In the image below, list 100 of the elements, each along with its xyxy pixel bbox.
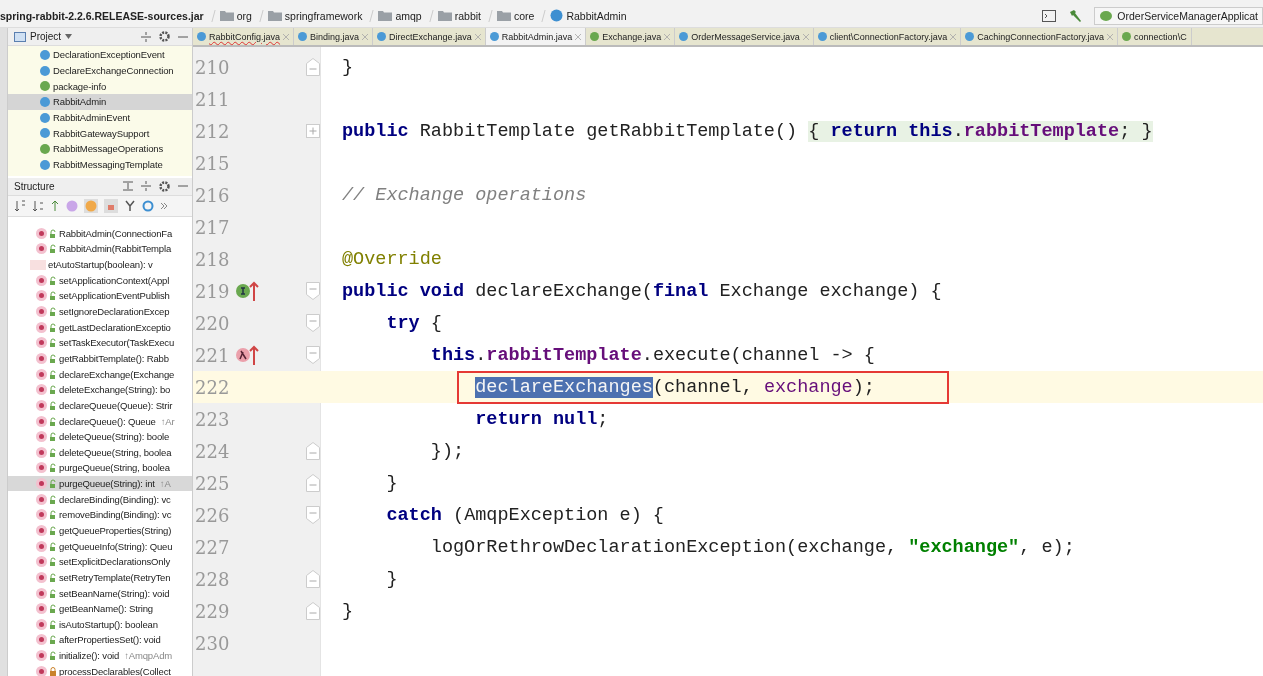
breadcrumb-item[interactable]: spring-rabbit-2.2.6.RELEASE-sources.jar xyxy=(0,9,204,22)
structure-item[interactable]: purgeQueue(String): int ↑A xyxy=(8,475,192,492)
editor-tab[interactable]: DirectExchange.java xyxy=(373,28,486,45)
editor-tab[interactable]: RabbitConfig.java xyxy=(193,28,295,45)
structure-item[interactable]: afterPropertiesSet(): void xyxy=(8,632,192,648)
structure-item[interactable]: deleteQueue(String, boolea xyxy=(8,444,192,461)
structure-item[interactable]: getQueueInfo(String): Queu xyxy=(8,538,192,554)
expand-marker-icon[interactable] xyxy=(306,124,320,138)
tree-item[interactable]: DeclareExchangeConnection xyxy=(8,62,192,79)
close-icon[interactable] xyxy=(1107,33,1114,40)
run-config-dropdown[interactable]: OrderServiceManagerApplicat xyxy=(1094,6,1263,25)
circle-icon[interactable] xyxy=(142,199,154,212)
tree-item[interactable]: RabbitAdminEvent xyxy=(8,109,192,126)
close-icon[interactable] xyxy=(362,33,369,40)
hammer-icon[interactable] xyxy=(1068,8,1083,23)
tree-item[interactable]: RabbitMessagingTemplate xyxy=(8,156,192,173)
close-icon[interactable] xyxy=(474,33,481,40)
fold-marker-icon[interactable] xyxy=(306,570,320,588)
editor-tab[interactable]: client\ConnectionFactory.java xyxy=(813,28,962,45)
inheritance-icon[interactable] xyxy=(50,199,60,212)
unlock-icon xyxy=(49,651,57,661)
structure-item[interactable]: declareQueue(): Queue ↑Ar xyxy=(8,413,192,429)
method-icon xyxy=(36,462,47,474)
more-icon[interactable] xyxy=(160,201,168,210)
breadcrumb-item[interactable]: rabbit xyxy=(454,9,481,22)
editor-tab[interactable]: connection\C xyxy=(1118,28,1192,45)
close-icon[interactable] xyxy=(950,33,957,40)
breadcrumb-item[interactable]: org xyxy=(236,9,252,22)
structure-item[interactable]: deleteExchange(String): bo xyxy=(8,381,192,398)
structure-item[interactable]: setApplicationEventPublish xyxy=(8,288,192,304)
structure-item[interactable]: purgeQueue(String, boolea xyxy=(8,460,192,476)
tree-item[interactable]: RabbitAdmin xyxy=(8,94,192,110)
settings-icon[interactable] xyxy=(159,180,170,192)
settings-icon[interactable] xyxy=(159,31,170,42)
unlock-icon xyxy=(49,494,57,504)
structure-item[interactable]: processDeclarables(Collect xyxy=(8,663,192,676)
breadcrumb-item[interactable]: springframework xyxy=(284,9,363,22)
breadcrumb-item[interactable]: amqp xyxy=(395,9,422,22)
unlock-icon xyxy=(49,463,57,473)
tree-item[interactable]: RabbitMessageOperations xyxy=(8,141,192,157)
structure-item[interactable]: initialize(): void ↑AmqpAdm xyxy=(8,647,192,664)
close-icon[interactable] xyxy=(283,33,290,40)
structure-item[interactable]: declareBinding(Binding): vc xyxy=(8,491,192,508)
fold-marker-icon[interactable] xyxy=(306,58,320,76)
folder-icon xyxy=(267,10,282,21)
structure-item[interactable]: isAutoStartup(): boolean xyxy=(8,616,192,633)
structure-item[interactable]: RabbitAdmin(RabbitTempla xyxy=(8,241,192,257)
close-icon[interactable] xyxy=(664,33,671,40)
structure-item[interactable]: removeBinding(Binding): vc xyxy=(8,507,192,523)
breadcrumb-item[interactable]: core xyxy=(513,9,535,22)
method-icon xyxy=(36,431,47,443)
fold-marker-icon[interactable] xyxy=(306,282,320,300)
structure-item[interactable]: RabbitAdmin(ConnectionFa xyxy=(8,225,192,242)
fold-marker-icon[interactable] xyxy=(306,442,320,460)
implements-marker-icon[interactable] xyxy=(235,280,259,302)
structure-item[interactable]: getQueueProperties(String) xyxy=(8,522,192,539)
fold-marker-icon[interactable] xyxy=(306,602,320,620)
method-icon xyxy=(36,571,47,583)
class-icon xyxy=(965,32,975,41)
fold-marker-icon[interactable] xyxy=(306,346,320,364)
structure-item[interactable]: setBeanName(String): void xyxy=(8,585,192,601)
structure-item[interactable]: setIgnoreDeclarationExcep xyxy=(8,303,192,320)
terminal-icon[interactable] xyxy=(1042,9,1057,22)
collapse-icon[interactable] xyxy=(141,181,151,191)
structure-item[interactable]: declareQueue(Queue): Strir xyxy=(8,397,192,414)
structure-item[interactable]: declareExchange(Exchange xyxy=(8,366,192,382)
editor-tab[interactable]: RabbitAdmin.java xyxy=(485,28,587,45)
fold-marker-icon[interactable] xyxy=(306,506,320,524)
editor-tab[interactable]: Exchange.java xyxy=(586,28,676,45)
editor-tab[interactable]: Binding.java xyxy=(294,28,374,45)
structure-item[interactable]: setExplicitDeclarationsOnly xyxy=(8,553,192,570)
class-icon xyxy=(197,32,206,41)
close-icon[interactable] xyxy=(575,33,582,40)
structure-item[interactable]: deleteQueue(String): boole xyxy=(8,428,192,445)
tree-item[interactable]: package-info xyxy=(8,78,192,95)
editor-tab[interactable]: CachingConnectionFactory.java xyxy=(961,28,1119,45)
sort-icon[interactable] xyxy=(32,199,44,212)
project-view-dropdown[interactable]: Project xyxy=(14,31,73,42)
tree-item[interactable]: RabbitGatewaySupport xyxy=(8,125,192,142)
code-text: declareExchange( xyxy=(475,280,653,302)
interface-icon xyxy=(590,32,600,41)
structure-item[interactable]: getBeanName(): String xyxy=(8,600,192,617)
code-text: } xyxy=(342,56,354,78)
close-icon[interactable] xyxy=(802,33,809,40)
structure-item[interactable]: setTaskExecutor(TaskExecu xyxy=(8,335,192,351)
tree-item[interactable]: DeclarationExceptionEvent xyxy=(8,47,192,63)
expand-icon[interactable] xyxy=(123,181,133,191)
structure-item[interactable]: getRabbitTemplate(): Rabb xyxy=(8,350,192,367)
lambda-marker-icon[interactable] xyxy=(235,344,259,366)
breadcrumb-item[interactable]: RabbitAdmin xyxy=(566,9,627,22)
collapse-icon[interactable] xyxy=(141,31,151,42)
sort-icon[interactable] xyxy=(14,199,26,212)
structure-item[interactable]: etAutoStartup(boolean): v xyxy=(8,256,192,273)
branch-icon[interactable] xyxy=(124,199,136,212)
structure-item[interactable]: setApplicationContext(Appl xyxy=(8,272,192,289)
structure-item[interactable]: setRetryTemplate(RetryTen xyxy=(8,569,192,586)
fold-marker-icon[interactable] xyxy=(306,314,320,332)
structure-item[interactable]: getLastDeclarationExceptio xyxy=(8,319,192,335)
fold-marker-icon[interactable] xyxy=(306,474,320,492)
editor-tab[interactable]: OrderMessageService.java xyxy=(675,28,814,45)
